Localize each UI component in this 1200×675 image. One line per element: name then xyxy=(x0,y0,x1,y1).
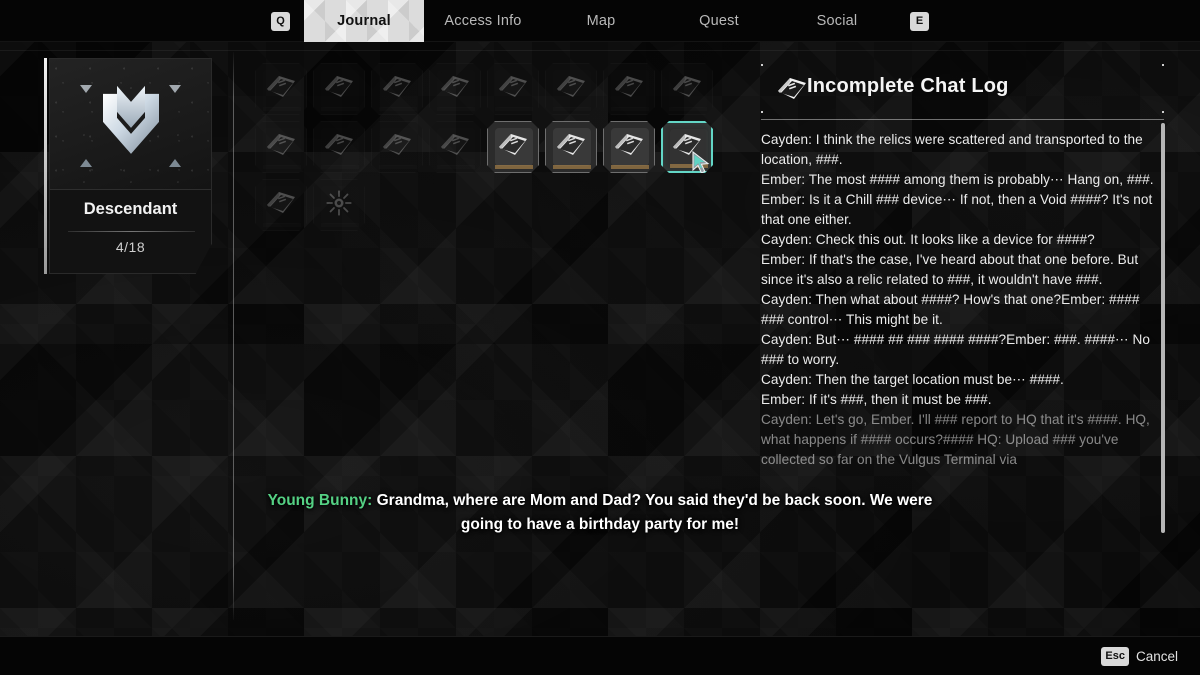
card-title: Descendant xyxy=(83,200,178,218)
chat-log-line: Cayden: But⋯ #### ## ### #### ####?Ember… xyxy=(761,332,1150,367)
journal-entry-slot-1-4[interactable] xyxy=(487,121,539,173)
grid-row xyxy=(255,121,735,173)
slot-label-strip xyxy=(495,165,533,169)
slot-label-strip xyxy=(263,165,301,169)
journal-entry-slot-0-2[interactable] xyxy=(371,63,423,115)
subtitle-line: Young Bunny: Grandma, where are Mom and … xyxy=(250,489,950,537)
journal-entry-slot-1-1[interactable] xyxy=(313,121,365,173)
tab-quest[interactable]: Quest xyxy=(660,0,778,42)
prev-tab-key-q[interactable]: Q xyxy=(271,11,290,31)
card-progress-count: 4/18 xyxy=(115,239,146,255)
tab-social[interactable]: Social xyxy=(778,0,896,42)
journal-entry-slot-0-7[interactable] xyxy=(661,63,713,115)
slot-label-strip xyxy=(553,165,591,169)
journal-entry-slot-0-5[interactable] xyxy=(545,63,597,115)
journal-entry-slot-1-5[interactable] xyxy=(545,121,597,173)
book-icon xyxy=(778,78,806,99)
top-tab-bar: Q Journal Access Info Map Quest Social E xyxy=(0,0,1200,42)
tab-journal[interactable]: Journal xyxy=(304,0,424,42)
tab-access-info[interactable]: Access Info xyxy=(424,0,542,42)
chat-log-line: Ember: Is it a Chill ### device⋯ If not,… xyxy=(761,192,1153,227)
slot-label-strip xyxy=(321,107,359,111)
chevron-emblem-icon xyxy=(102,85,159,154)
journal-entry-slot-2-1[interactable] xyxy=(313,179,365,231)
slot-label-strip xyxy=(437,165,475,169)
slot-label-strip xyxy=(263,223,301,227)
slot-label-strip xyxy=(379,165,417,169)
slot-label-strip xyxy=(379,107,417,111)
grid-row xyxy=(255,179,735,231)
chat-log-line: Cayden: I think the relics were scattere… xyxy=(761,132,1143,167)
journal-entry-slot-1-0[interactable] xyxy=(255,121,307,173)
corner-arrow-up-right-icon xyxy=(169,159,181,167)
chat-log-line: Cayden: Then what about ####? How's that… xyxy=(761,292,1140,327)
journal-entry-slot-1-2[interactable] xyxy=(371,121,423,173)
chat-log-line: Ember: If it's ###, then it must be ###. xyxy=(761,392,992,407)
slot-label-strip xyxy=(669,107,707,111)
tab-map[interactable]: Map xyxy=(542,0,660,42)
next-tab-key-e[interactable]: E xyxy=(910,11,929,31)
corner-arrow-down-left-icon xyxy=(80,85,92,93)
journal-entry-slot-0-1[interactable] xyxy=(313,63,365,115)
subtitle-text: Grandma, where are Mom and Dad? You said… xyxy=(372,492,933,533)
journal-entry-slot-0-6[interactable] xyxy=(603,63,655,115)
detail-header: Incomplete Chat Log xyxy=(755,58,1170,120)
topbar-separator xyxy=(0,50,1200,51)
grid-row xyxy=(255,63,735,115)
corner-arrow-up-left-icon xyxy=(80,159,92,167)
slot-label-strip xyxy=(437,107,475,111)
slot-label-strip xyxy=(321,165,359,169)
slot-label-strip xyxy=(611,165,649,169)
card-artwork xyxy=(50,59,211,190)
chat-log-line: Ember: The most #### among them is proba… xyxy=(761,172,1154,187)
journal-entry-slot-1-7[interactable] xyxy=(661,121,713,173)
category-card[interactable]: Descendant 4/18 xyxy=(44,58,212,274)
subtitle-speaker: Young Bunny: xyxy=(267,492,373,509)
chat-log-text: Cayden: I think the relics were scattere… xyxy=(761,130,1159,510)
corner-dot-bottom-right xyxy=(1162,111,1164,113)
slot-label-strip xyxy=(321,223,359,227)
journal-entry-slot-0-4[interactable] xyxy=(487,63,539,115)
chat-log-line: Cayden: Check this out. It looks like a … xyxy=(761,232,1095,247)
card-accent-bar xyxy=(44,58,47,274)
panel-divider xyxy=(233,52,234,620)
corner-dot-top-right xyxy=(1162,64,1164,66)
journal-entry-slot-0-3[interactable] xyxy=(429,63,481,115)
chat-log-line: Cayden: Then the target location must be… xyxy=(761,372,1064,387)
journal-entry-slot-2-0[interactable] xyxy=(255,179,307,231)
slot-label-strip xyxy=(553,107,591,111)
entry-detail-panel: Incomplete Chat Log Cayden: I think the … xyxy=(755,58,1170,533)
corner-dot-top-left xyxy=(761,64,763,66)
bottom-hint-bar: Esc Cancel xyxy=(0,636,1200,675)
journal-entry-grid xyxy=(255,63,735,237)
slot-label-strip xyxy=(263,107,301,111)
chat-log-line: Ember: If that's the case, I've heard ab… xyxy=(761,252,1139,287)
journal-entry-slot-1-3[interactable] xyxy=(429,121,481,173)
slot-label-strip xyxy=(495,107,533,111)
chat-log-line: Cayden: Let's go, Ember. I'll ### report… xyxy=(761,412,1150,467)
card-divider xyxy=(68,231,195,232)
journal-entry-slot-1-6[interactable] xyxy=(603,121,655,173)
tab-list: Q Journal Access Info Map Quest Social E xyxy=(0,0,1200,42)
corner-dot-bottom-left xyxy=(761,111,763,113)
detail-header-rule xyxy=(761,119,1164,120)
chat-log-scrollbar[interactable] xyxy=(1161,123,1165,533)
detail-title: Incomplete Chat Log xyxy=(807,75,1009,97)
slot-label-strip xyxy=(611,107,649,111)
cancel-label[interactable]: Cancel xyxy=(1136,649,1178,664)
esc-key-badge[interactable]: Esc xyxy=(1101,646,1129,666)
corner-arrow-down-right-icon xyxy=(169,85,181,93)
journal-entry-slot-0-0[interactable] xyxy=(255,63,307,115)
